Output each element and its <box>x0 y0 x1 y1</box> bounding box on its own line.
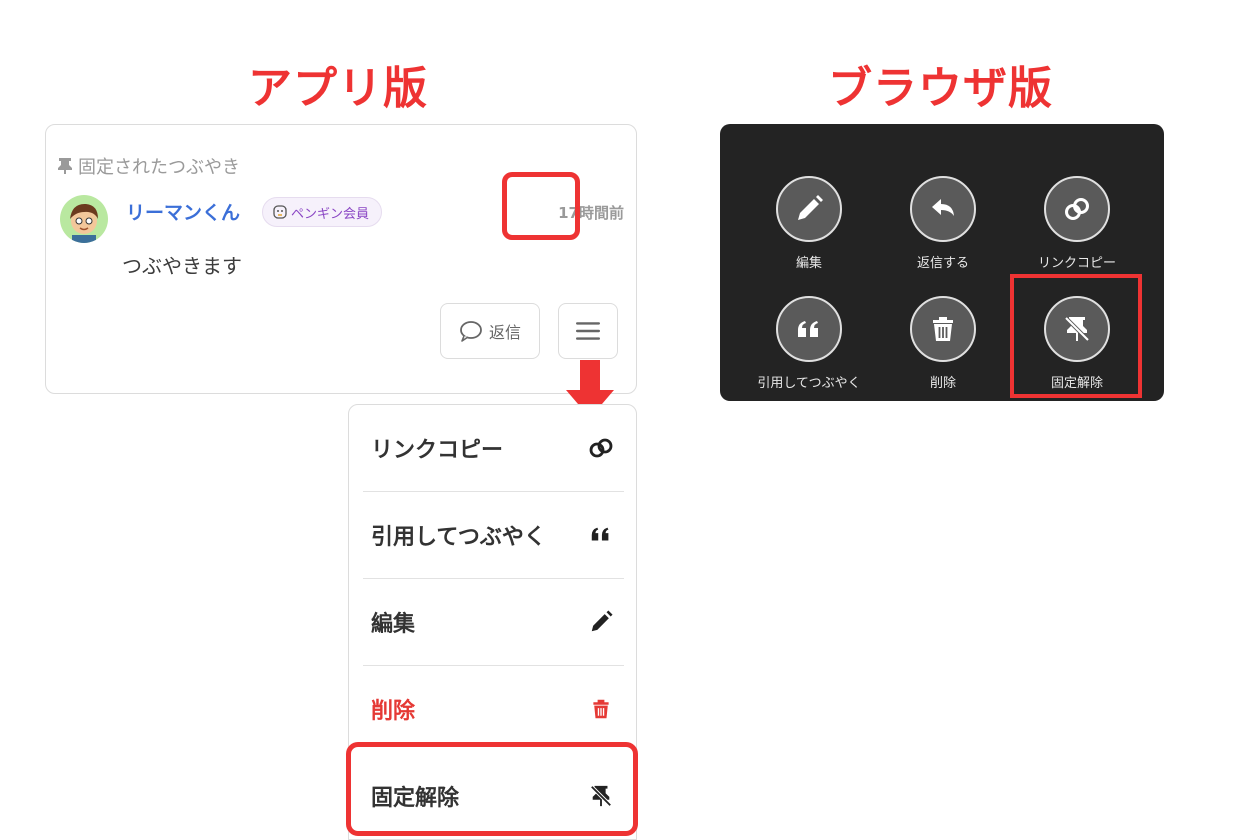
browser-item-delete[interactable]: 削除 <box>878 296 1008 391</box>
menu-item-label: リンクコピー <box>371 438 504 463</box>
menu-item-copy-link[interactable]: リンクコピー <box>349 405 636 491</box>
browser-item-label: リンクコピー <box>1037 256 1116 271</box>
member-badge: ペンギン会員 <box>262 197 383 227</box>
quote-icon <box>776 296 842 362</box>
browser-item-label: 返信する <box>916 256 969 271</box>
browser-item-label: 削除 <box>929 376 956 391</box>
menu-button-highlight <box>502 172 580 240</box>
hamburger-icon <box>575 322 601 340</box>
pinned-header: 固定されたつぶやき <box>58 153 240 179</box>
pencil-icon <box>588 609 614 635</box>
trash-icon <box>588 696 614 722</box>
browser-item-edit[interactable]: 編集 <box>744 176 874 271</box>
unpin-highlight <box>346 742 638 836</box>
link-icon <box>588 435 614 461</box>
pin-icon <box>58 158 72 174</box>
menu-item-label: 引用してつぶやく <box>371 525 546 550</box>
browser-item-reply[interactable]: 返信する <box>878 176 1008 271</box>
pinned-label: 固定されたつぶやき <box>78 157 240 178</box>
speech-bubble-icon <box>460 321 482 342</box>
member-badge-label: ペンギン会員 <box>291 206 370 222</box>
browser-unpin-highlight <box>1010 274 1142 398</box>
more-menu-button[interactable] <box>558 303 618 359</box>
browser-item-label: 引用してつぶやく <box>757 376 861 391</box>
quote-icon <box>588 522 614 548</box>
post-text: つぶやきます <box>122 254 242 278</box>
menu-item-label: 削除 <box>371 699 416 724</box>
menu-item-label: 編集 <box>371 612 416 637</box>
trash-icon <box>910 296 976 362</box>
reply-icon <box>910 176 976 242</box>
browser-item-quote[interactable]: 引用してつぶやく <box>744 296 874 391</box>
app-version-heading: アプリ版 <box>248 63 428 114</box>
link-icon <box>1044 176 1110 242</box>
avatar[interactable] <box>60 195 108 243</box>
browser-item-copy-link[interactable]: リンクコピー <box>1012 176 1142 271</box>
reply-label: 返信 <box>488 323 521 342</box>
menu-item-delete[interactable]: 削除 <box>349 666 636 752</box>
browser-item-label: 編集 <box>795 256 822 271</box>
reply-button[interactable]: 返信 <box>440 303 540 359</box>
avatar-face-icon <box>70 203 98 243</box>
pinned-post-card: 固定されたつぶやき リーマンくん ペンギン会員 17時間前 つぶやきます 返信 <box>45 124 637 394</box>
browser-version-heading: ブラウザ版 <box>828 63 1053 114</box>
menu-item-edit[interactable]: 編集 <box>349 579 636 665</box>
pencil-icon <box>776 176 842 242</box>
menu-item-quote[interactable]: 引用してつぶやく <box>349 492 636 578</box>
penguin-icon <box>273 205 287 219</box>
username-link[interactable]: リーマンくん <box>126 198 240 225</box>
